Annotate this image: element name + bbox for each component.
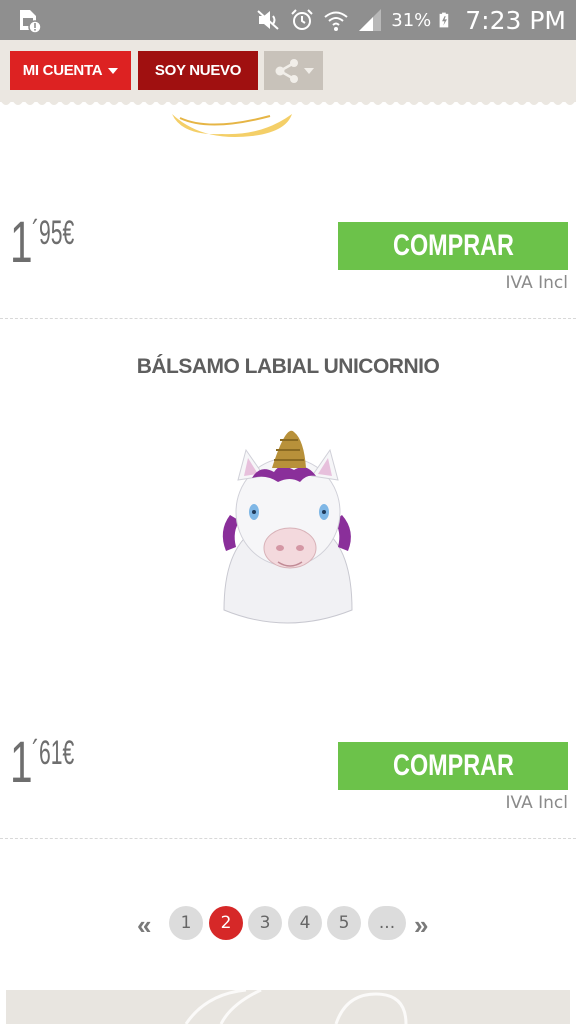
next-page-link[interactable]: » bbox=[414, 910, 429, 941]
vat-note: IVA Incl bbox=[505, 273, 568, 293]
battery-charging-icon bbox=[439, 12, 449, 28]
pagination: « 1 2 3 4 5 ... » bbox=[0, 906, 576, 942]
share-button[interactable] bbox=[264, 51, 323, 90]
new-user-button[interactable]: SOY NUEVO bbox=[138, 51, 258, 90]
share-icon bbox=[275, 58, 298, 83]
price-decimal: ´95€ bbox=[32, 214, 75, 252]
my-account-button[interactable]: MI CUENTA bbox=[10, 51, 131, 90]
sim-card-icon bbox=[20, 10, 42, 34]
new-user-label: SOY NUEVO bbox=[154, 62, 242, 79]
price-integer: 1 bbox=[10, 730, 33, 795]
chevron-down-icon bbox=[108, 67, 119, 74]
mute-icon bbox=[257, 10, 279, 30]
share-chevron-down-icon bbox=[303, 67, 314, 74]
footer-banner bbox=[6, 990, 570, 1024]
signal-icon bbox=[359, 9, 382, 31]
page-4-button[interactable]: 4 bbox=[288, 906, 322, 940]
price-integer: 1 bbox=[10, 210, 33, 275]
screen: 31% 7:23 PM MI CUENTA SOY NUEVO 1 ´95€ C… bbox=[0, 0, 576, 1024]
previous-page-link[interactable]: « bbox=[137, 910, 152, 941]
alarm-icon bbox=[291, 9, 313, 30]
buy-button[interactable]: COMPRAR bbox=[338, 222, 568, 270]
buy-label: COMPRAR bbox=[392, 749, 514, 782]
page-1-button[interactable]: 1 bbox=[169, 906, 203, 940]
product-price: 1 ´61€ bbox=[10, 734, 130, 794]
product-title[interactable]: BÁLSAMO LABIAL UNICORNIO bbox=[0, 355, 576, 379]
vat-note: IVA Incl bbox=[505, 793, 568, 813]
price-decimal: ´61€ bbox=[32, 734, 75, 772]
status-bar: 31% 7:23 PM bbox=[0, 0, 576, 40]
buy-label: COMPRAR bbox=[392, 229, 514, 262]
product-image-unicorn-lip-balm[interactable] bbox=[200, 420, 376, 645]
page-5-button[interactable]: 5 bbox=[327, 906, 361, 940]
previous-product-image bbox=[172, 114, 292, 138]
more-pages-button[interactable]: ... bbox=[368, 906, 406, 940]
product-divider bbox=[0, 318, 576, 319]
product-divider bbox=[0, 838, 576, 839]
product-price: 1 ´95€ bbox=[10, 214, 130, 274]
clock: 7:23 PM bbox=[465, 5, 566, 35]
battery-percentage: 31% bbox=[391, 9, 432, 31]
page-3-button[interactable]: 3 bbox=[248, 906, 282, 940]
page-2-button-current[interactable]: 2 bbox=[209, 906, 243, 940]
buy-button[interactable]: COMPRAR bbox=[338, 742, 568, 790]
wifi-icon bbox=[324, 11, 348, 31]
my-account-label: MI CUENTA bbox=[22, 62, 103, 79]
